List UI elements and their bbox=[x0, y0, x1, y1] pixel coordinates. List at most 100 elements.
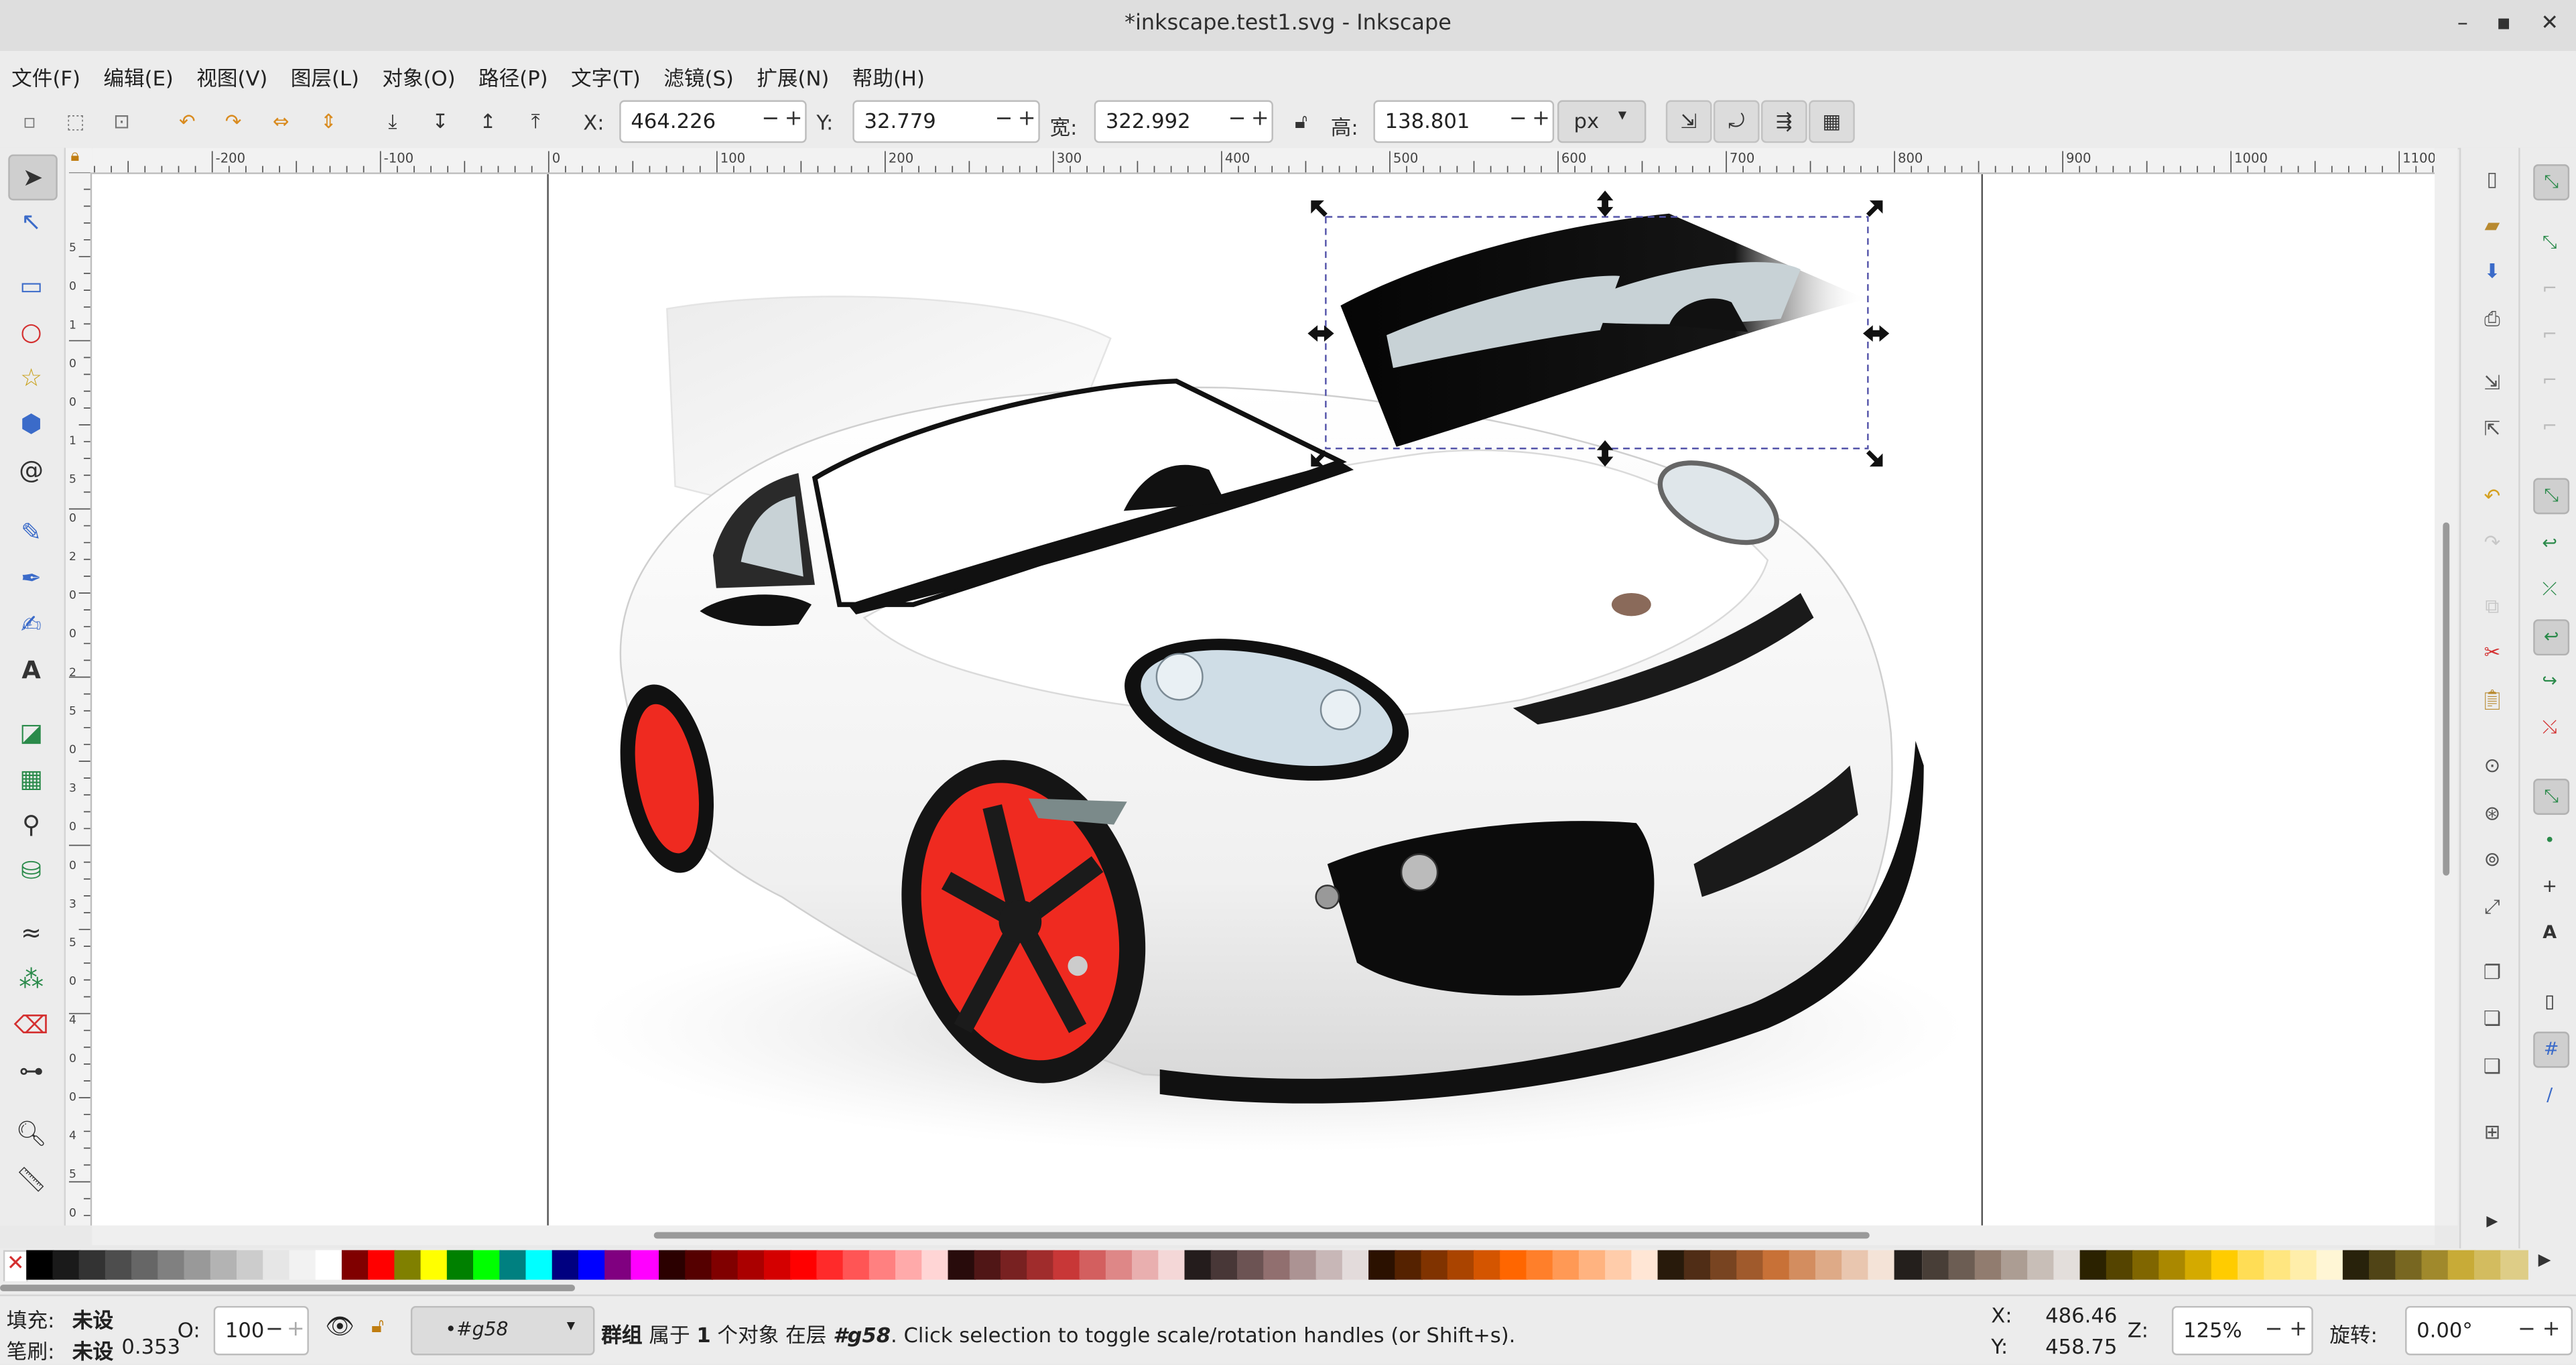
menu-path[interactable]: 路径(P) bbox=[467, 51, 560, 92]
scale-stroke-button[interactable]: ⇲ bbox=[1665, 100, 1712, 143]
color-swatch[interactable] bbox=[1947, 1250, 1976, 1280]
color-swatch[interactable] bbox=[1579, 1250, 1608, 1280]
width-field[interactable]: − + bbox=[1094, 100, 1273, 143]
menu-file[interactable]: 文件(F) bbox=[0, 51, 92, 92]
text-tool-icon[interactable]: A bbox=[8, 649, 54, 692]
color-swatch[interactable] bbox=[2026, 1250, 2055, 1280]
snap-center-icon[interactable]: • bbox=[2533, 825, 2566, 858]
snap-guide-icon[interactable]: / bbox=[2533, 1080, 2566, 1112]
ruler-corner-lock-icon[interactable]: 🔒︎ bbox=[66, 147, 92, 173]
fill-value[interactable]: 未设 bbox=[72, 1303, 113, 1334]
color-swatch[interactable] bbox=[974, 1250, 1002, 1280]
color-swatch[interactable] bbox=[210, 1250, 239, 1280]
color-swatch[interactable] bbox=[2053, 1250, 2081, 1280]
palette-scroll-thumb[interactable] bbox=[0, 1285, 576, 1291]
color-swatch[interactable] bbox=[1684, 1250, 1713, 1280]
x-field[interactable]: − + bbox=[619, 100, 807, 143]
color-swatch[interactable] bbox=[1289, 1250, 1318, 1280]
no-paint-swatch[interactable]: ✕ bbox=[3, 1250, 28, 1283]
color-swatch[interactable] bbox=[2342, 1250, 2371, 1280]
color-swatch[interactable] bbox=[1605, 1250, 1634, 1280]
color-swatch[interactable] bbox=[342, 1250, 371, 1280]
color-swatch[interactable] bbox=[289, 1250, 318, 1280]
maximize-icon[interactable]: ▪ bbox=[2489, 10, 2518, 40]
color-swatch[interactable] bbox=[263, 1250, 292, 1280]
color-swatch[interactable] bbox=[1974, 1250, 2002, 1280]
color-swatch[interactable] bbox=[816, 1250, 844, 1280]
color-swatch[interactable] bbox=[1658, 1250, 1686, 1280]
color-swatch[interactable] bbox=[1000, 1250, 1029, 1280]
zoom-decrement[interactable]: − bbox=[2262, 1316, 2285, 1346]
color-swatch[interactable] bbox=[631, 1250, 660, 1280]
zoom-drawing-icon[interactable]: ⊛ bbox=[2477, 798, 2507, 828]
color-swatch[interactable] bbox=[2000, 1250, 2028, 1280]
copy-icon[interactable]: ⧉ bbox=[2477, 592, 2507, 621]
snap-text-baseline-icon[interactable]: A bbox=[2533, 917, 2566, 950]
color-swatch[interactable] bbox=[1236, 1250, 1265, 1280]
color-swatch[interactable] bbox=[1158, 1250, 1186, 1280]
deselect-icon[interactable]: ⊡ bbox=[109, 109, 135, 135]
color-swatch[interactable] bbox=[1421, 1250, 1450, 1280]
menu-help[interactable]: 帮助(H) bbox=[841, 51, 937, 92]
color-swatch[interactable] bbox=[842, 1250, 871, 1280]
color-swatch[interactable] bbox=[2473, 1250, 2502, 1280]
color-swatch[interactable] bbox=[1026, 1250, 1055, 1280]
snap-others-icon[interactable]: ⤡ bbox=[2533, 779, 2570, 815]
color-swatch[interactable] bbox=[1474, 1250, 1502, 1280]
rectangle-tool-icon[interactable]: ▭ bbox=[8, 265, 54, 308]
color-swatch[interactable] bbox=[2289, 1250, 2318, 1280]
color-swatch[interactable] bbox=[1526, 1250, 1555, 1280]
select-all-icon[interactable]: ▫ bbox=[17, 109, 43, 135]
snap-rotation-center-icon[interactable]: + bbox=[2533, 870, 2566, 903]
color-swatch[interactable] bbox=[395, 1250, 423, 1280]
spray-tool-icon[interactable]: ⁂ bbox=[8, 958, 54, 1000]
color-swatch[interactable] bbox=[921, 1250, 950, 1280]
color-swatch[interactable] bbox=[1342, 1250, 1370, 1280]
color-swatch[interactable] bbox=[2158, 1250, 2187, 1280]
menu-filters[interactable]: 滤镜(S) bbox=[652, 51, 745, 92]
horizontal-scrollbar[interactable] bbox=[92, 1225, 2435, 1246]
color-swatch[interactable] bbox=[2184, 1250, 2213, 1280]
color-swatch[interactable] bbox=[1184, 1250, 1213, 1280]
scale-radius-button[interactable]: ⤾ bbox=[1713, 100, 1760, 143]
vertical-ruler[interactable]: 501001502002503003504004505 bbox=[66, 172, 92, 1226]
color-swatch[interactable] bbox=[552, 1250, 581, 1280]
stroke-value[interactable]: 未设 bbox=[72, 1334, 113, 1365]
color-swatch[interactable] bbox=[1368, 1250, 1397, 1280]
lock-ratio-icon[interactable]: 🔓︎ bbox=[1288, 109, 1314, 135]
horizontal-ruler[interactable]: -200 -100 0 100 200 300 400 500 600 700 800 900 1000… bbox=[92, 147, 2435, 174]
palette-scrollbar[interactable] bbox=[0, 1281, 2576, 1295]
undo-icon[interactable]: ↶ bbox=[2477, 481, 2507, 511]
zoom-input[interactable] bbox=[2180, 1315, 2253, 1344]
color-swatch[interactable] bbox=[184, 1250, 212, 1280]
3dbox-tool-icon[interactable]: ⬢ bbox=[8, 403, 54, 446]
color-swatch[interactable] bbox=[1131, 1250, 1160, 1280]
unit-select[interactable]: px ▾ bbox=[1557, 100, 1647, 143]
unlink-clone-icon[interactable]: ❑ bbox=[2477, 1051, 2507, 1081]
raise-to-top-icon[interactable]: ⤒ bbox=[523, 109, 549, 135]
opacity-decrement[interactable]: − bbox=[263, 1316, 285, 1346]
export-icon[interactable]: ⇱ bbox=[2477, 414, 2507, 444]
pencil-tool-icon[interactable]: ✎ bbox=[8, 511, 54, 554]
vertical-scrollbar[interactable] bbox=[2435, 147, 2458, 1226]
zoom-tool-icon[interactable]: 🔍︎ bbox=[8, 1112, 54, 1155]
color-swatch[interactable] bbox=[2421, 1250, 2449, 1280]
color-swatch[interactable] bbox=[157, 1250, 186, 1280]
zoom-field[interactable]: − + bbox=[2171, 1305, 2313, 1356]
height-field[interactable]: − + bbox=[1373, 100, 1555, 143]
select-all-layers-icon[interactable]: ⬚ bbox=[62, 109, 88, 135]
color-swatch[interactable] bbox=[789, 1250, 818, 1280]
color-swatch[interactable] bbox=[868, 1250, 897, 1280]
color-swatch[interactable] bbox=[78, 1250, 107, 1280]
flip-horizontal-icon[interactable]: ⇔ bbox=[268, 109, 294, 135]
color-swatch[interactable] bbox=[763, 1250, 791, 1280]
color-swatch[interactable] bbox=[1868, 1250, 1897, 1280]
paint-bucket-tool-icon[interactable]: ⛁ bbox=[8, 849, 54, 892]
calligraphy-tool-icon[interactable]: ✍ bbox=[8, 603, 54, 646]
mesh-tool-icon[interactable]: ▦ bbox=[8, 757, 54, 800]
color-swatch[interactable] bbox=[447, 1250, 476, 1280]
color-swatch[interactable] bbox=[1737, 1250, 1765, 1280]
height-decrement[interactable]: − bbox=[1506, 105, 1529, 135]
color-swatch[interactable] bbox=[2211, 1250, 2239, 1280]
cut-icon[interactable]: ✂ bbox=[2477, 637, 2507, 667]
